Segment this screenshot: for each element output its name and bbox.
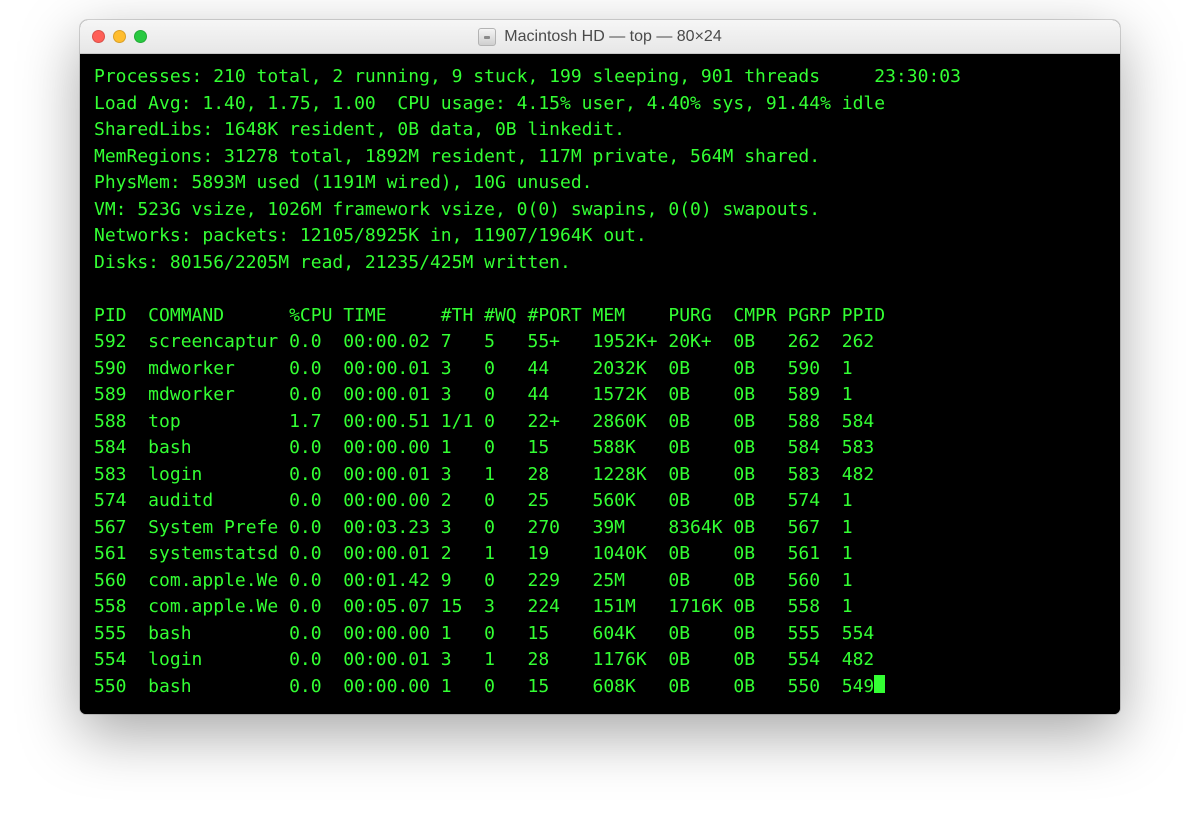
window-traffic-lights [92, 30, 147, 43]
disk-icon [478, 28, 496, 46]
cursor [874, 675, 885, 693]
window-title: Macintosh HD — top — 80×24 [504, 28, 721, 46]
close-button[interactable] [92, 30, 105, 43]
window-title-wrap: Macintosh HD — top — 80×24 [478, 28, 721, 46]
window-titlebar: Macintosh HD — top — 80×24 [80, 20, 1120, 54]
maximize-button[interactable] [134, 30, 147, 43]
terminal-content[interactable]: Processes: 210 total, 2 running, 9 stuck… [80, 54, 1120, 714]
minimize-button[interactable] [113, 30, 126, 43]
terminal-window: Macintosh HD — top — 80×24 Processes: 21… [80, 20, 1120, 714]
